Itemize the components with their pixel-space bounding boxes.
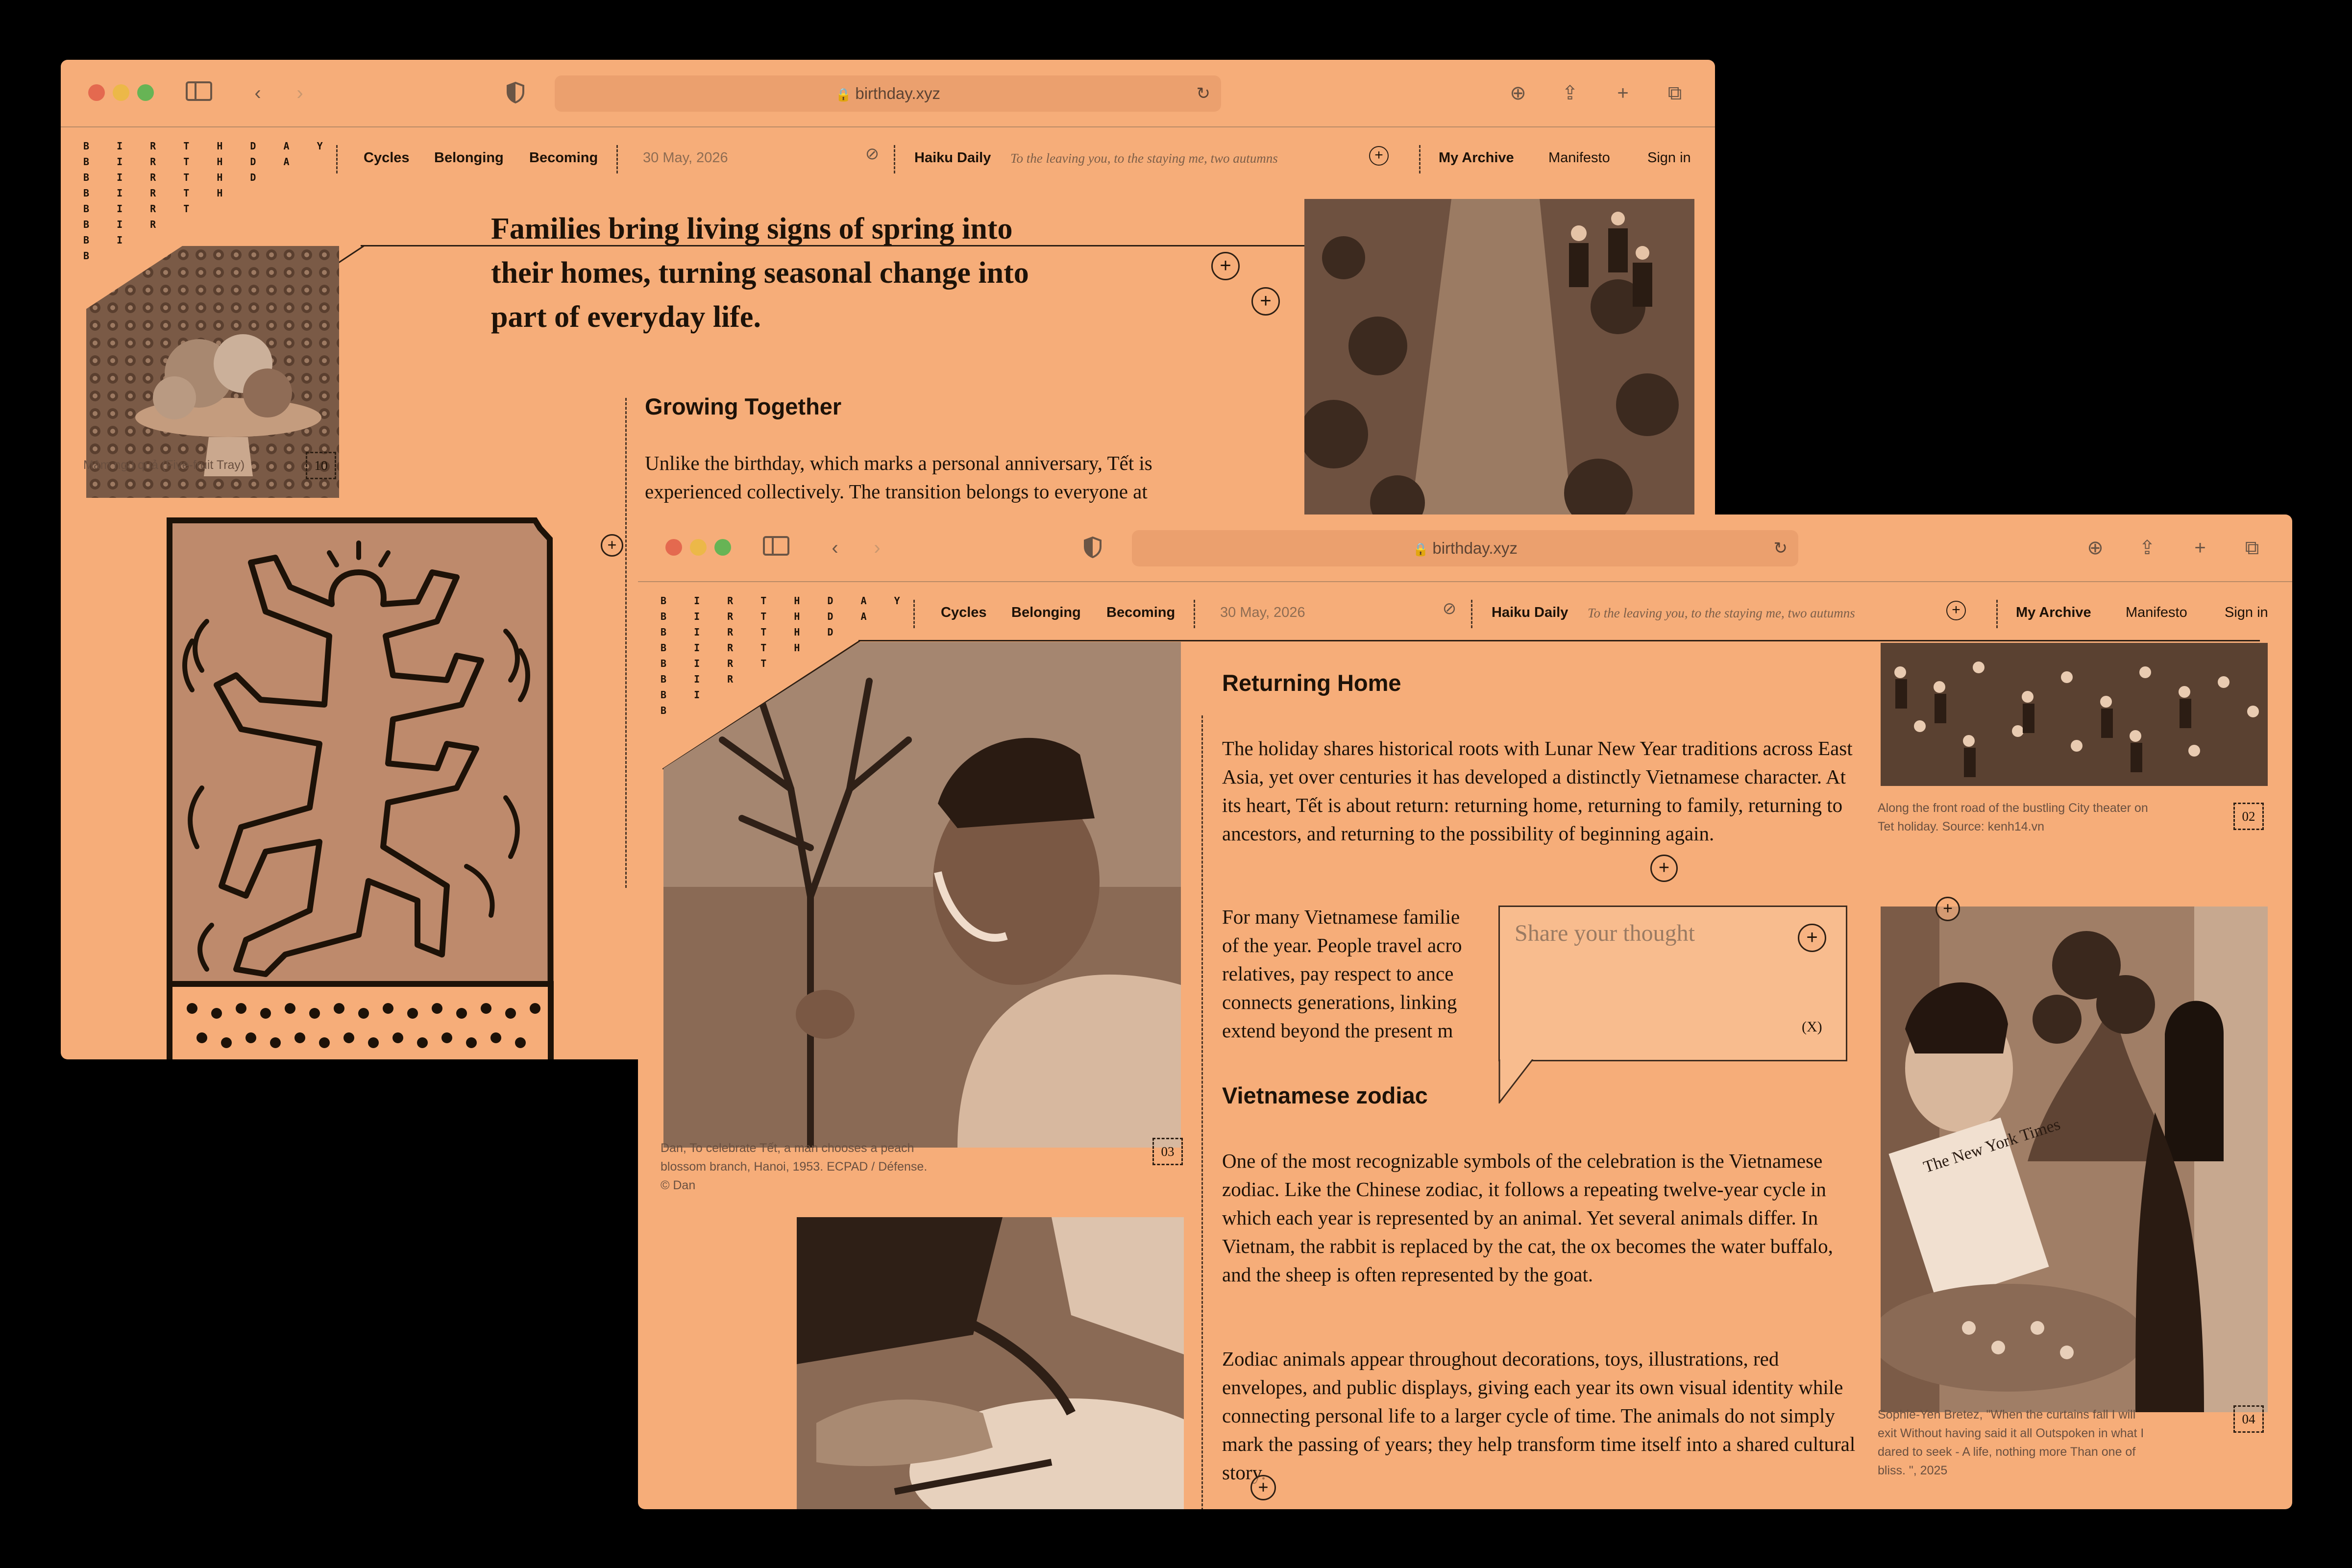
- nav-divider: [1194, 600, 1195, 628]
- annotation-plus-icon[interactable]: +: [1650, 855, 1678, 882]
- forward-icon[interactable]: ›: [286, 81, 314, 105]
- figure-number-02: 02: [2233, 803, 2264, 830]
- shield-icon[interactable]: [502, 81, 529, 105]
- nav-divider: [336, 145, 338, 173]
- haiku-daily-label[interactable]: Haiku Daily: [914, 150, 991, 166]
- haiku-daily-label[interactable]: Haiku Daily: [1492, 605, 1568, 621]
- share-icon[interactable]: ⇪: [1556, 81, 1584, 105]
- back-icon[interactable]: ‹: [244, 81, 271, 105]
- annotation-plus-icon[interactable]: +: [601, 534, 623, 557]
- nav-divider: [1471, 600, 1472, 628]
- forward-icon[interactable]: ›: [863, 536, 891, 560]
- section-text-zodiac-2: Zodiac animals appear throughout decorat…: [1222, 1348, 1856, 1484]
- shield-icon[interactable]: [1079, 536, 1106, 560]
- nav-link-my-archive[interactable]: My Archive: [1439, 150, 1514, 166]
- download-icon[interactable]: ⊕: [2082, 536, 2109, 560]
- reload-icon[interactable]: ↻: [1197, 75, 1211, 112]
- address-bar[interactable]: 🔒 birthday.xyz ↻: [555, 75, 1221, 112]
- new-tab-icon[interactable]: +: [2186, 536, 2214, 560]
- nav-divider: [1996, 600, 1998, 628]
- section-title-vietnamese-zodiac: Vietnamese zodiac: [1222, 1082, 1428, 1108]
- header-rule: [858, 640, 2260, 641]
- nav-link-manifesto[interactable]: Manifesto: [1548, 150, 1610, 166]
- figure-number-03: 03: [1152, 1138, 1183, 1165]
- popup-pointer: [1498, 1059, 1534, 1103]
- nav-date: 30 May, 2026: [1220, 605, 1305, 620]
- browser-window-front: ‹ › 🔒 birthday.xyz ↻ ⊕ ⇪ + ⧉ Cycles Belong…: [638, 514, 2292, 1509]
- submit-thought-icon[interactable]: +: [1798, 924, 1826, 952]
- nav-link-belonging[interactable]: Belonging: [1011, 605, 1081, 621]
- section-text-returning-home: The holiday shares historical roots with…: [1222, 737, 1853, 845]
- dancing-figures-drawing[interactable]: [163, 514, 613, 1059]
- section-title-returning-home: Returning Home: [1222, 670, 1401, 696]
- nav-divider: [913, 600, 915, 628]
- figure-number-10: 10: [306, 452, 336, 479]
- annotation-plus-icon[interactable]: +: [1250, 1475, 1276, 1500]
- haiku-text: To the leaving you, to the staying me, t…: [1010, 151, 1278, 166]
- nav-link-cycles[interactable]: Cycles: [364, 150, 410, 166]
- share-thought-input[interactable]: Share your thought: [1515, 920, 1695, 947]
- man-photo-caption: Dan, To celebrate Tết, a man chooses a p…: [661, 1141, 928, 1192]
- nav-link-my-archive[interactable]: My Archive: [2016, 605, 2091, 621]
- haiku-text: To the leaving you, to the staying me, t…: [1588, 606, 1855, 620]
- tabs-overview-icon[interactable]: ⧉: [2238, 536, 2266, 560]
- browser-toolbar: ‹ › 🔒 birthday.xyz ↻ ⊕ ⇪ + ⧉: [61, 60, 1715, 127]
- nav-divider: [1419, 145, 1421, 173]
- curtains-illustration[interactable]: The New York Times: [1881, 906, 2268, 1412]
- sidebar-icon[interactable]: [185, 81, 213, 105]
- annotation-plus-icon[interactable]: +: [1251, 287, 1280, 316]
- hands-cutting-photo[interactable]: [797, 1217, 1184, 1509]
- nav-date: 30 May, 2026: [643, 150, 728, 166]
- section-title-growing-together: Growing Together: [645, 393, 842, 419]
- figure-number-04: 04: [2233, 1405, 2264, 1433]
- nav-divider: [616, 145, 618, 173]
- minimize-window-button[interactable]: [690, 539, 707, 556]
- section-text-zodiac-1: One of the most recognizable symbols of …: [1222, 1150, 1833, 1286]
- annotation-plus-icon[interactable]: +: [1936, 897, 1960, 921]
- share-icon[interactable]: ⇪: [2133, 536, 2161, 560]
- nav-link-sign-in[interactable]: Sign in: [2225, 605, 2268, 621]
- lock-icon: 🔒: [835, 87, 852, 102]
- add-haiku-icon[interactable]: +: [1946, 601, 1966, 620]
- illustration-caption: Sophie-Yen Bretez, "When the curtains fa…: [1878, 1408, 2144, 1477]
- back-icon[interactable]: ‹: [821, 536, 849, 560]
- new-tab-icon[interactable]: +: [1609, 81, 1637, 105]
- share-thought-popup: Share your thought + (X): [1498, 906, 1847, 1061]
- zoom-window-button[interactable]: [137, 84, 154, 101]
- tabs-overview-icon[interactable]: ⧉: [1661, 81, 1689, 105]
- address-bar[interactable]: 🔒 birthday.xyz ↻: [1132, 530, 1798, 566]
- sidebar-icon[interactable]: [762, 536, 790, 560]
- fruit-tray-caption: Mâm ngũ quả (Five-fruit Tray): [83, 458, 245, 472]
- nav-link-sign-in[interactable]: Sign in: [1647, 150, 1691, 166]
- street-crowd-photo[interactable]: [1881, 643, 2268, 786]
- nav-link-cycles[interactable]: Cycles: [941, 605, 987, 621]
- add-haiku-icon[interactable]: +: [1369, 146, 1389, 166]
- nav-link-manifesto[interactable]: Manifesto: [2126, 605, 2187, 621]
- section-text-growing-together: Unlike the birthday, which marks a perso…: [645, 452, 1152, 503]
- close-popup-button[interactable]: (X): [1802, 1019, 1822, 1035]
- download-icon[interactable]: ⊕: [1504, 81, 1532, 105]
- compass-icon[interactable]: ⊘: [858, 142, 886, 166]
- annotation-plus-icon[interactable]: +: [1211, 252, 1240, 280]
- nav-link-becoming[interactable]: Becoming: [529, 150, 598, 166]
- browser-toolbar: ‹ › 🔒 birthday.xyz ↻ ⊕ ⇪ + ⧉: [638, 514, 2292, 582]
- close-window-button[interactable]: [665, 539, 682, 556]
- close-window-button[interactable]: [88, 84, 105, 101]
- column-divider: [1201, 715, 1203, 1509]
- zoom-window-button[interactable]: [714, 539, 731, 556]
- nav-link-belonging[interactable]: Belonging: [434, 150, 504, 166]
- lock-icon: 🔒: [1413, 542, 1429, 557]
- reload-icon[interactable]: ↻: [1774, 530, 1788, 566]
- column-divider: [625, 398, 627, 888]
- street-photo-caption: Along the front road of the bustling Cit…: [1878, 801, 2148, 833]
- minimize-window-button[interactable]: [113, 84, 129, 101]
- compass-icon[interactable]: ⊘: [1436, 597, 1463, 620]
- nav-divider: [894, 145, 895, 173]
- nav-link-becoming[interactable]: Becoming: [1106, 605, 1175, 621]
- headline: Families bring living signs of spring in…: [491, 212, 1029, 334]
